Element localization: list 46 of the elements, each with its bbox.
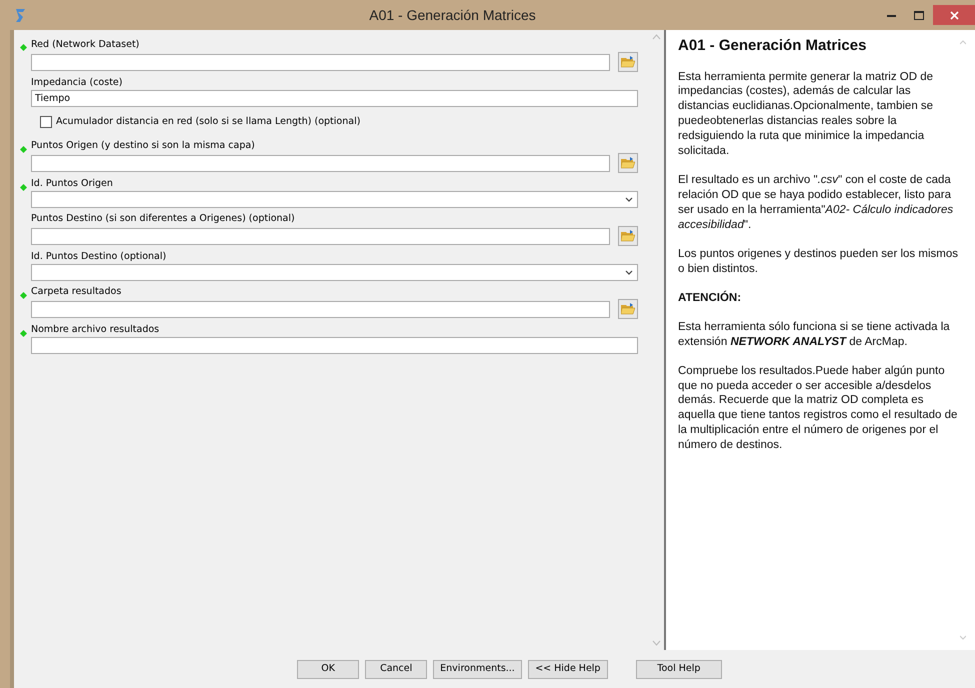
checkbox[interactable] (40, 116, 52, 128)
help-paragraph: El resultado es un archivo ".csv" con el coste de cada relación OD que se haya podido establecer, listo para ser usado en la herramienta"A02- Cálculo indicadores accesibilidad". (678, 173, 954, 233)
help-paragraph: Compruebe los resultados.Puede haber algún punto que no pueda acceder o ser accesible a/desdelos demás. Recuerde que la matriz OD completa es aquella que tiene tantos registros como el resultado de la multiplicación entre el número de origenes por el número de destinos. (678, 364, 958, 454)
scroll-up-icon[interactable] (652, 34, 660, 40)
checkbox-label: Acumulador distancia en red (solo si se llama Length) (optional) (56, 115, 360, 129)
field-label: Puntos Origen (y destino si son la misma capa) (31, 139, 255, 154)
help-paragraph: Los puntos origenes y destinos pueden ser los mismos o bien distintos. (678, 246, 959, 277)
field-label: Red (Network Dataset) (31, 38, 140, 52)
dropdown-field[interactable] (31, 264, 638, 282)
close-button[interactable] (933, 5, 975, 25)
dialog-button[interactable]: Cancel (365, 660, 428, 678)
scroll-down-icon[interactable] (960, 635, 966, 640)
window-title: A01 - Generación Matrices (368, 6, 537, 24)
field-label: Carpeta resultados (31, 285, 122, 300)
input-field[interactable]: Tiempo (31, 90, 638, 107)
field-label: Puntos Destino (si son diferentes a Origenes) (optional) (31, 212, 295, 226)
scroll-up-icon[interactable] (960, 40, 966, 45)
browse-button[interactable] (618, 226, 638, 246)
browse-button[interactable] (618, 153, 638, 174)
close-icon (950, 10, 958, 20)
dialog-button[interactable]: << Hide Help (528, 660, 608, 678)
dialog-button[interactable]: Environments... (433, 660, 522, 678)
field-label: Impedancia (coste) (31, 76, 122, 90)
help-paragraph: Esta herramienta sólo funciona si se tiene activada la extensión NETWORK ANALYST de ArcMap. (678, 320, 951, 350)
field-label: Id. Puntos Destino (optional) (31, 250, 166, 264)
scroll-down-icon[interactable] (652, 640, 660, 646)
input-field[interactable] (31, 154, 610, 172)
help-title: A01 - Generación Matrices (678, 36, 868, 56)
input-field[interactable] (31, 300, 610, 318)
maximize-icon (914, 10, 924, 20)
app-icon (14, 7, 28, 23)
minimize-icon (886, 14, 896, 16)
help-heading: ATENCIÓN: (678, 290, 742, 306)
input-field[interactable] (31, 228, 610, 245)
input-field[interactable] (31, 54, 610, 70)
dialog-button[interactable]: Tool Help (636, 660, 722, 678)
browse-button[interactable] (618, 299, 638, 320)
help-paragraph: Esta herramienta permite generar la matriz OD de impedancias (costes), además de calcular las distancias euclidianas.Opcionalmente, tambien se puedeobtenerlas distancias reales sobre la redsiguiendo la ruta que minimice la impedancia solicitada. (678, 70, 934, 160)
input-field[interactable] (31, 337, 638, 354)
caret-icon (625, 197, 633, 202)
field-label: Nombre archivo resultados (31, 323, 160, 338)
caret-icon (625, 270, 633, 276)
dropdown-field[interactable] (31, 191, 638, 208)
browse-button[interactable] (618, 52, 638, 72)
field-label: Id. Puntos Origen (31, 177, 113, 192)
dialog-button[interactable]: OK (297, 660, 360, 678)
